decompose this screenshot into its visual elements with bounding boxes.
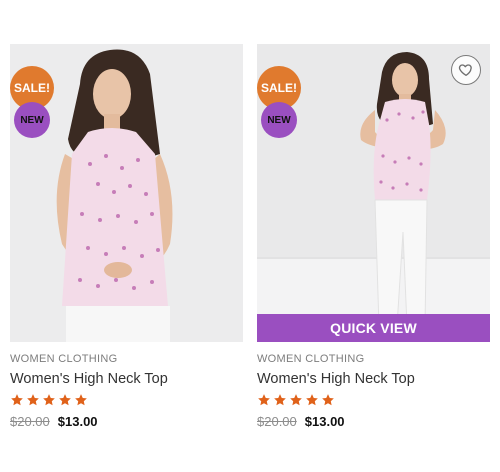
star-icon bbox=[11, 394, 23, 406]
product-title[interactable]: Women's High Neck Top bbox=[257, 371, 490, 387]
product-image[interactable]: SALE! NEW QUICK VIEW bbox=[257, 44, 490, 342]
star-icon bbox=[290, 394, 302, 406]
star-icon bbox=[59, 394, 71, 406]
product-card: SALE! NEW QUICK VIEW WOMEN CLOTHING Wome… bbox=[257, 44, 490, 429]
star-icon bbox=[75, 394, 87, 406]
product-image[interactable]: SALE! NEW bbox=[10, 44, 243, 342]
star-icon bbox=[27, 394, 39, 406]
sale-price: $13.00 bbox=[57, 414, 98, 429]
new-badge: NEW bbox=[261, 102, 297, 138]
product-title[interactable]: Women's High Neck Top bbox=[10, 371, 243, 387]
new-badge: NEW bbox=[14, 102, 50, 138]
original-price: $20.00 bbox=[10, 414, 50, 429]
rating-stars bbox=[257, 393, 490, 407]
price-row: $20.00 $13.00 bbox=[10, 414, 243, 429]
star-icon bbox=[322, 394, 334, 406]
product-card: SALE! NEW WOMEN CLOTHING Women's High Ne… bbox=[10, 44, 243, 429]
original-price: $20.00 bbox=[257, 414, 297, 429]
wishlist-button[interactable] bbox=[451, 55, 481, 85]
star-icon bbox=[43, 394, 55, 406]
product-category[interactable]: WOMEN CLOTHING bbox=[10, 353, 243, 365]
product-category[interactable]: WOMEN CLOTHING bbox=[257, 353, 490, 365]
price-row: $20.00 $13.00 bbox=[257, 414, 490, 429]
rating-stars bbox=[10, 393, 243, 407]
star-icon bbox=[274, 394, 286, 406]
quick-view-button[interactable]: QUICK VIEW bbox=[257, 314, 490, 342]
sale-price: $13.00 bbox=[304, 414, 345, 429]
heart-outline-icon bbox=[458, 64, 472, 76]
star-icon bbox=[258, 394, 270, 406]
star-icon bbox=[306, 394, 318, 406]
